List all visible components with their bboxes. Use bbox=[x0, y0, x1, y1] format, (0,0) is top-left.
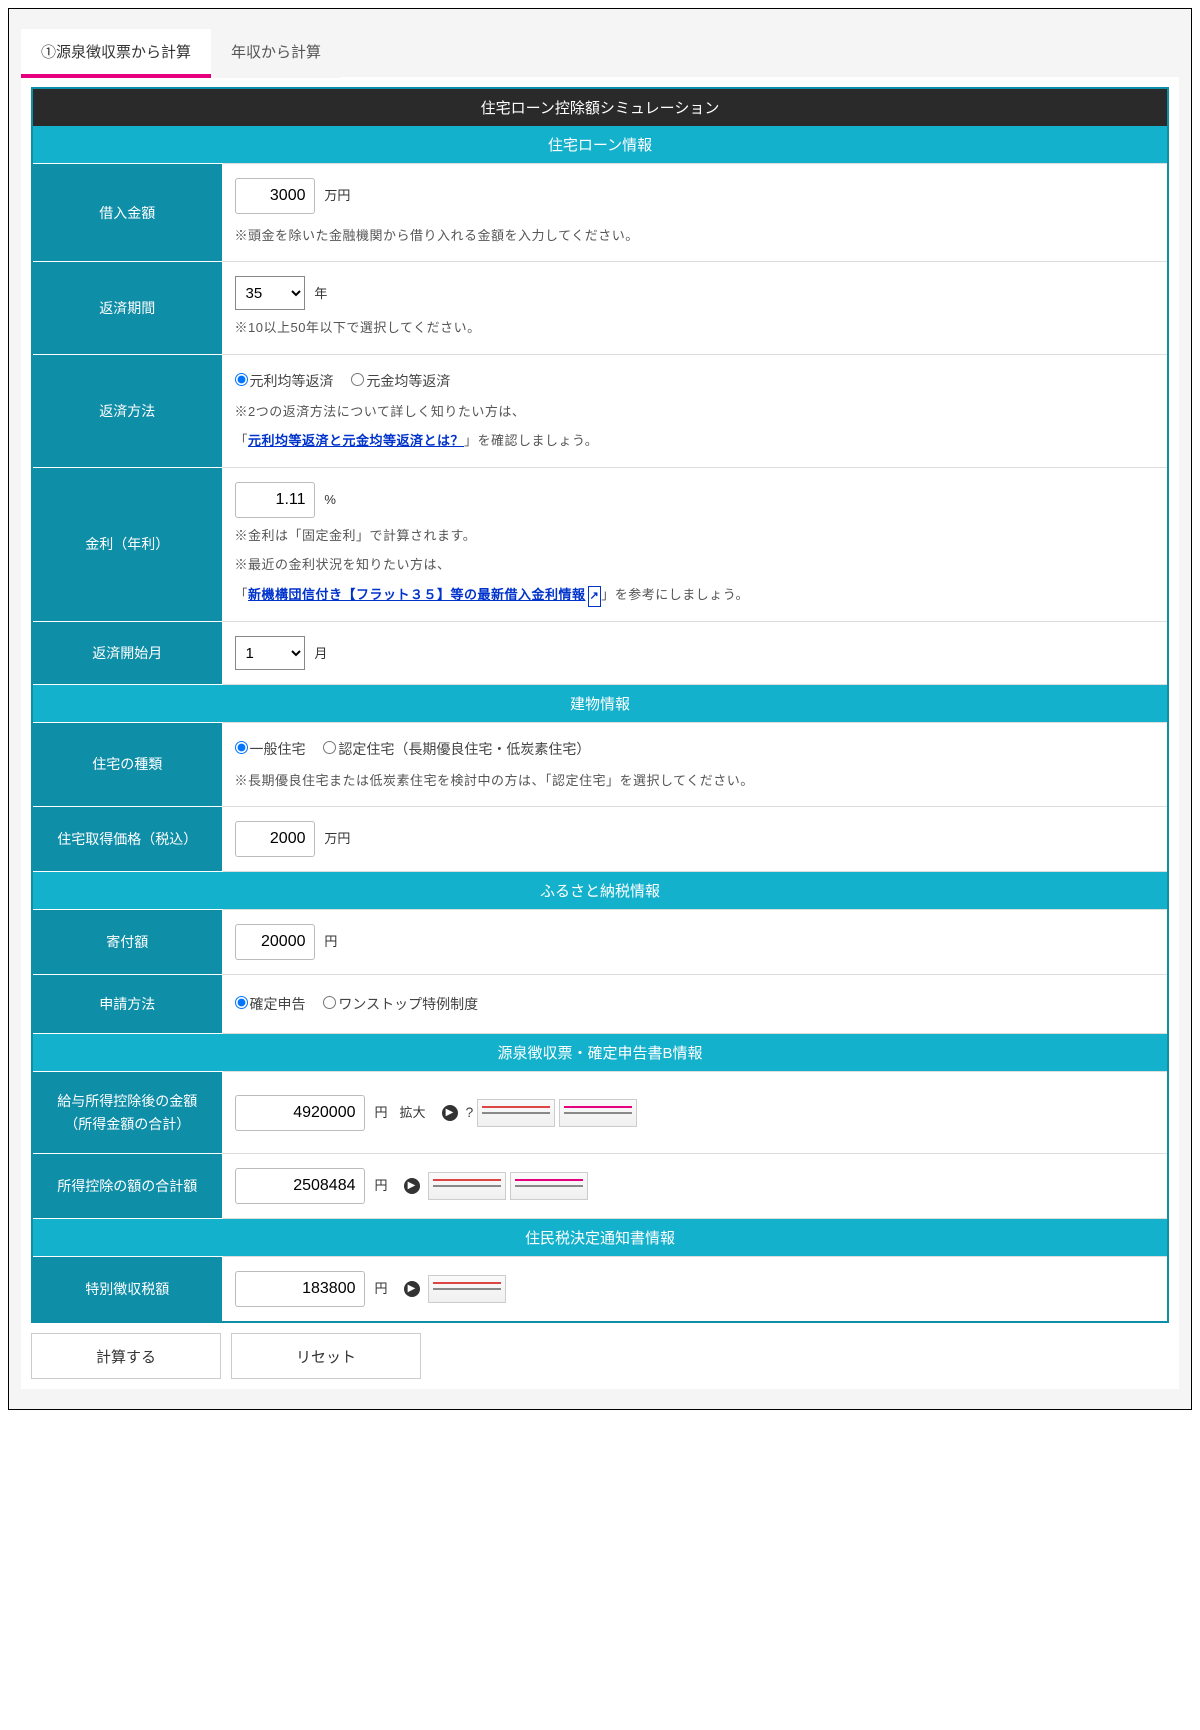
radio-method-gankin[interactable]: 元金均等返済 bbox=[351, 373, 450, 389]
unit-month: 月 bbox=[314, 646, 327, 661]
radio-method-ganri[interactable]: 元利均等返済 bbox=[235, 373, 334, 389]
arrow-right-icon[interactable]: ▶ bbox=[442, 1105, 458, 1121]
label-period: 返済期間 bbox=[32, 262, 222, 354]
thumbnail-kakutei[interactable] bbox=[559, 1099, 637, 1127]
radio-house-certified[interactable]: 認定住宅（長期優良住宅・低炭素住宅） bbox=[323, 741, 590, 757]
page-title: 住宅ローン控除額シミュレーション bbox=[32, 88, 1168, 126]
zoom-label: 拡大 bbox=[400, 1101, 426, 1124]
select-period[interactable]: 35 bbox=[235, 276, 305, 310]
input-amount[interactable] bbox=[235, 178, 315, 214]
unit-yen: 円 bbox=[324, 934, 337, 949]
label-income: 給与所得控除後の金額 （所得金額の合計） bbox=[32, 1072, 222, 1154]
section-gensen: 源泉徴収票・確定申告書B情報 bbox=[32, 1034, 1168, 1072]
tabs: ①源泉徴収票から計算 年収から計算 bbox=[21, 29, 1179, 78]
input-rate[interactable] bbox=[235, 482, 315, 518]
unit-yen: 円 bbox=[375, 1101, 388, 1124]
input-resident-tax[interactable] bbox=[235, 1271, 365, 1307]
section-building: 建物情報 bbox=[32, 685, 1168, 723]
note-period: ※10以上50年以下で選択してください。 bbox=[235, 316, 1156, 339]
thumbnail-kakutei[interactable] bbox=[510, 1172, 588, 1200]
unit-manYen: 万円 bbox=[324, 831, 350, 846]
tab-annual[interactable]: 年収から計算 bbox=[211, 29, 341, 78]
form-panel: 住宅ローン控除額シミュレーション 住宅ローン情報 借入金額 万円 ※頭金を除いた… bbox=[21, 77, 1179, 1389]
thumbnail-jumin[interactable] bbox=[428, 1275, 506, 1303]
label-deduction: 所得控除の額の合計額 bbox=[32, 1154, 222, 1219]
input-donation[interactable] bbox=[235, 924, 315, 960]
note-method-intro: ※2つの返済方法について詳しく知りたい方は、 bbox=[235, 400, 1156, 423]
input-deduction[interactable] bbox=[235, 1168, 365, 1204]
input-income[interactable] bbox=[235, 1095, 365, 1131]
section-jumin: 住民税決定通知書情報 bbox=[32, 1219, 1168, 1257]
label-donation: 寄付額 bbox=[32, 909, 222, 974]
calc-button[interactable]: 計算する bbox=[31, 1333, 221, 1379]
arrow-right-icon[interactable]: ▶ bbox=[404, 1281, 420, 1297]
label-amount: 借入金額 bbox=[32, 164, 222, 262]
link-method-help[interactable]: 元利均等返済と元金均等返済とは？ bbox=[248, 433, 464, 448]
label-resident-tax: 特別徴収税額 bbox=[32, 1257, 222, 1323]
label-house-price: 住宅取得価格（税込） bbox=[32, 806, 222, 871]
label-apply-method: 申請方法 bbox=[32, 974, 222, 1033]
select-start-month[interactable]: 1 bbox=[235, 636, 305, 670]
unit-percent: % bbox=[324, 492, 336, 507]
note-rate1: ※金利は「固定金利」で計算されます。 bbox=[235, 524, 1156, 547]
unit-year: 年 bbox=[314, 286, 327, 301]
note-rate2: ※最近の金利状況を知りたい方は、 bbox=[235, 553, 1156, 576]
unit-yen: 円 bbox=[375, 1174, 388, 1197]
reset-button[interactable]: リセット bbox=[231, 1333, 421, 1379]
radio-house-general[interactable]: 一般住宅 bbox=[235, 741, 306, 757]
thumbnail-gensen[interactable] bbox=[428, 1172, 506, 1200]
label-method: 返済方法 bbox=[32, 354, 222, 467]
note-amount: ※頭金を除いた金融機関から借り入れる金額を入力してください。 bbox=[235, 224, 1156, 247]
section-furusato: ふるさと納税情報 bbox=[32, 871, 1168, 909]
thumbnail-gensen[interactable] bbox=[477, 1099, 555, 1127]
radio-apply-kakutei[interactable]: 確定申告 bbox=[235, 996, 306, 1012]
radio-apply-onestop[interactable]: ワンストップ特例制度 bbox=[323, 996, 478, 1012]
unit-manYen: 万円 bbox=[324, 188, 350, 203]
label-rate: 金利（年利） bbox=[32, 467, 222, 622]
external-link-icon bbox=[586, 587, 602, 602]
unit-yen: 円 bbox=[375, 1277, 388, 1300]
tab-gensen[interactable]: ①源泉徴収票から計算 bbox=[21, 29, 211, 78]
label-house-type: 住宅の種類 bbox=[32, 723, 222, 807]
note-house-type: ※長期優良住宅または低炭素住宅を検討中の方は、「認定住宅」を選択してください。 bbox=[235, 769, 1156, 792]
input-house-price[interactable] bbox=[235, 821, 315, 857]
arrow-right-icon[interactable]: ▶ bbox=[404, 1178, 420, 1194]
section-loan: 住宅ローン情報 bbox=[32, 126, 1168, 164]
label-start-month: 返済開始月 bbox=[32, 622, 222, 685]
link-rate-info[interactable]: 新機構団信付き【フラット３５】等の最新借入金利情報 bbox=[248, 587, 601, 602]
